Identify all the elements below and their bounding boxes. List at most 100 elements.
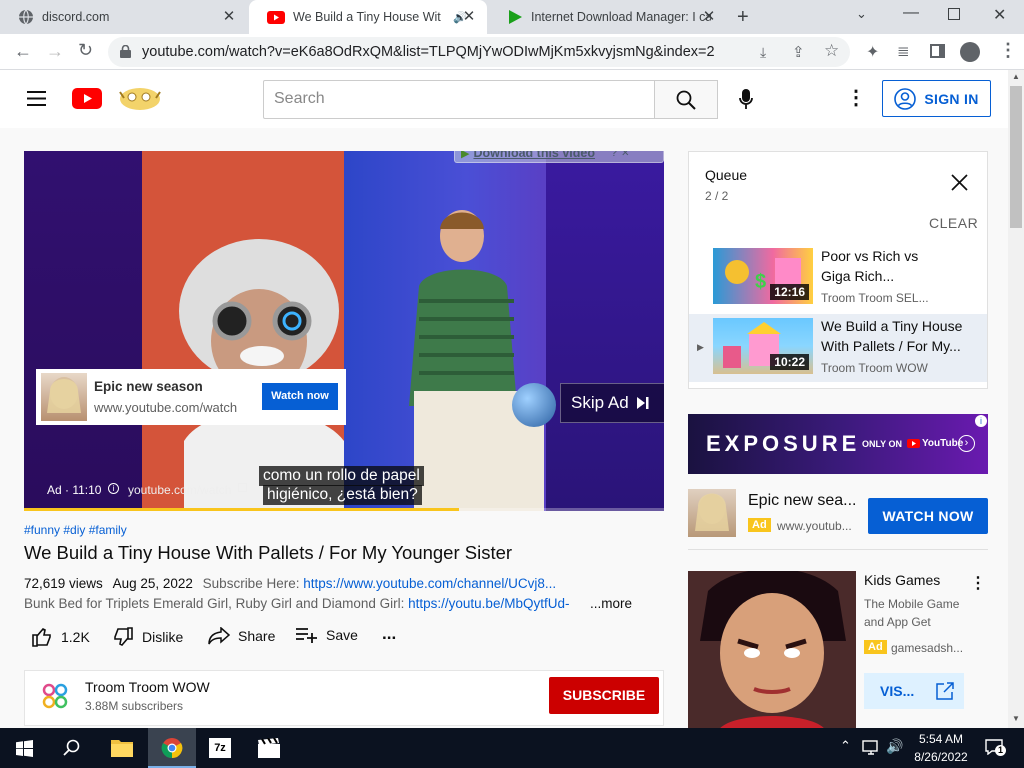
dislike-label: Dislike <box>142 629 184 645</box>
queue-item-channel: Troom Troom WOW <box>821 361 928 375</box>
open-external-icon <box>936 682 954 700</box>
close-tab-icon[interactable]: ✕ <box>701 9 717 25</box>
queue-item-channel: Troom Troom SEL... <box>821 291 929 305</box>
channel-avatar[interactable] <box>42 683 68 709</box>
channel-link[interactable]: https://www.youtube.com/channel/UCvj8... <box>303 576 556 591</box>
video-scene-left <box>24 151 144 511</box>
close-tab-icon[interactable]: ✕ <box>221 9 237 25</box>
ad-choices-icon[interactable]: i <box>975 415 987 427</box>
tab-youtube[interactable]: We Build a Tiny House With 🔊 ✕ <box>249 0 487 34</box>
profile-avatar-icon[interactable] <box>960 42 980 62</box>
idm-close-icon[interactable]: ✕ <box>621 151 629 159</box>
file-explorer-icon[interactable] <box>111 738 133 757</box>
7zip-icon[interactable]: 7z <box>209 738 231 758</box>
video-app-icon[interactable] <box>258 738 280 758</box>
close-window-button[interactable]: ✕ <box>993 5 1006 25</box>
page-scrollbar[interactable]: ▲ ▼ <box>1008 70 1024 728</box>
save-button[interactable]: Save <box>296 627 358 643</box>
voice-search-mic-icon[interactable] <box>739 89 753 110</box>
game-visit-button[interactable]: VIS... <box>864 673 964 709</box>
chrome-taskbar-item[interactable] <box>148 728 196 768</box>
channel-name[interactable]: Troom Troom WOW <box>85 679 210 695</box>
clock-date[interactable]: 8/26/2022 <box>913 750 969 764</box>
scroll-down-arrow-icon[interactable]: ▼ <box>1012 714 1020 723</box>
bunk-bed-link[interactable]: https://youtu.be/MbQytfUd- <box>408 596 569 611</box>
browser-menu-icon[interactable]: ⋮ <box>999 40 1017 61</box>
network-icon[interactable] <box>862 740 880 756</box>
companion-ad[interactable]: Epic new sea... Ad www.youtub... WATCH N… <box>688 486 988 550</box>
windows-start-icon[interactable] <box>16 740 33 757</box>
new-tab-button[interactable]: + <box>737 6 749 29</box>
settings-more-icon[interactable]: ⋮ <box>846 85 866 110</box>
queue-item-title: We Build a Tiny House <box>821 318 963 334</box>
install-app-icon[interactable]: ⤓ <box>760 44 766 61</box>
idm-help-icon[interactable]: ? <box>611 151 617 159</box>
dislike-button[interactable]: Dislike <box>113 627 183 647</box>
ad-progress-track[interactable] <box>24 508 664 511</box>
search-button[interactable] <box>654 80 718 119</box>
tab-idm[interactable]: Internet Download Manager: I ca ✕ <box>489 0 727 34</box>
queue-close-icon[interactable] <box>951 174 968 191</box>
banner-arrow-icon[interactable]: › <box>958 435 975 452</box>
side-panel-icon[interactable] <box>930 44 945 58</box>
subscribe-button[interactable]: SUBSCRIBE <box>549 677 659 714</box>
hamburger-menu-icon[interactable] <box>27 91 46 106</box>
address-bar[interactable]: youtube.com/watch?v=eK6a8OdRxQM&list=TLP… <box>108 37 850 67</box>
back-icon[interactable]: ← <box>14 41 32 62</box>
scroll-up-arrow-icon[interactable]: ▲ <box>1012 72 1020 81</box>
scrollbar-thumb[interactable] <box>1010 86 1022 228</box>
queue-item[interactable]: $ 12:16 Poor vs Rich vs Giga Rich... Tro… <box>689 242 987 310</box>
reload-icon[interactable]: ↻ <box>78 40 93 61</box>
watch-page: ▶ Download this video ? ✕ Epic new seaso… <box>0 128 1008 728</box>
share-button[interactable]: Share <box>208 627 275 645</box>
lock-icon[interactable] <box>120 45 131 58</box>
description-more-button[interactable]: ...more <box>590 596 632 611</box>
share-page-icon[interactable]: ⇪ <box>792 43 805 61</box>
taskbar-search-icon[interactable] <box>63 739 81 757</box>
queue-item-current[interactable]: ▶ 10:22 We Build a Tiny House With Palle… <box>689 314 987 382</box>
queue-clear-button[interactable]: CLEAR <box>929 215 978 231</box>
close-tab-icon[interactable]: ✕ <box>461 9 477 25</box>
like-count: 1.2K <box>61 629 90 645</box>
sign-in-button[interactable]: SIGN IN <box>882 80 991 117</box>
account-circle-icon <box>894 87 917 110</box>
forward-icon[interactable]: → <box>46 41 64 62</box>
restore-button[interactable] <box>948 8 960 20</box>
view-count: 72,619 views <box>24 576 103 591</box>
game-ad-menu-icon[interactable]: ⋮ <box>970 573 986 593</box>
ad-info-icon[interactable]: i <box>108 483 119 494</box>
skip-ad-button[interactable]: Skip Ad <box>560 383 664 423</box>
youtube-logo[interactable] <box>72 88 102 109</box>
subscriber-count: 3.88M subscribers <box>85 699 184 713</box>
clock-time[interactable]: 5:54 AM <box>917 732 965 746</box>
show-hidden-icons-chevron[interactable]: ⌃ <box>840 738 851 754</box>
hashtags[interactable]: #funny #diy #family <box>24 523 127 537</box>
ad-watch-now-button[interactable]: Watch now <box>262 383 338 410</box>
bookmark-star-icon[interactable]: ☆ <box>824 41 839 61</box>
companion-ad-url: www.youtub... <box>777 519 852 533</box>
notification-center-icon[interactable]: 1 <box>985 739 1006 756</box>
only-on-label: ONLY ON <box>862 439 903 449</box>
tab-discord[interactable]: discord.com ✕ <box>0 0 247 34</box>
description-text: Subscribe Here: <box>202 576 304 591</box>
volume-icon[interactable]: 🔊 <box>886 738 903 755</box>
tab-search-chevron-icon[interactable]: ⌄ <box>856 6 867 22</box>
like-button[interactable]: 1.2K <box>32 627 90 647</box>
search-input[interactable]: Search <box>263 80 655 119</box>
idm-download-label[interactable]: Download this video <box>473 151 595 160</box>
idm-download-panel[interactable]: ▶ Download this video ? ✕ <box>454 151 664 163</box>
idm-play-icon <box>507 9 523 25</box>
ad-overlay-card[interactable]: Epic new season www.youtube.com/watch Wa… <box>36 369 346 425</box>
game-ad[interactable]: Kids Games ⋮ The Mobile Game and App Get… <box>688 571 988 728</box>
ad-link[interactable]: youtube.com/watch <box>128 483 231 497</box>
minimize-button[interactable]: — <box>903 4 919 22</box>
video-player[interactable]: ▶ Download this video ? ✕ Epic new seaso… <box>24 151 664 511</box>
ad-progress-fill <box>24 508 460 511</box>
companion-watch-now-button[interactable]: WATCH NOW <box>868 498 988 534</box>
doodle-logo-icon[interactable] <box>116 84 164 112</box>
more-actions-button[interactable]: ... <box>382 624 396 644</box>
extensions-icon[interactable]: ✦ <box>866 42 879 62</box>
chrome-icon <box>161 737 183 759</box>
exposure-banner-ad[interactable]: EXPOSURE ONLY ON YouTube › i <box>688 414 988 474</box>
media-control-icon[interactable]: ≣ <box>897 42 910 60</box>
